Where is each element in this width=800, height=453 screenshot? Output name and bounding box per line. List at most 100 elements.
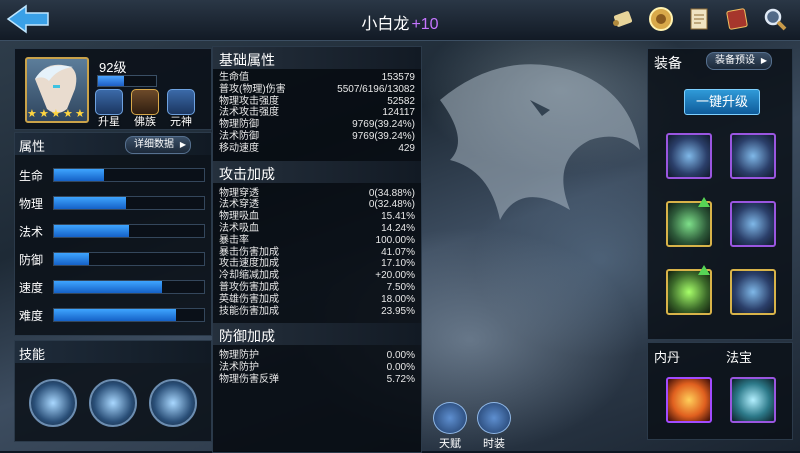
stat-value: 100.00% bbox=[375, 234, 415, 246]
attribute-label: 难度 bbox=[19, 309, 44, 323]
stat-row: 暴击率 100.00% bbox=[213, 235, 421, 247]
equipment-panel: 装备 装备预设 一键升级 bbox=[647, 48, 793, 340]
stat-value: 15.41% bbox=[381, 211, 415, 223]
stat-value: 17.10% bbox=[381, 258, 415, 270]
neidan-label: 内丹 bbox=[654, 350, 681, 365]
stat-row: 法术穿透 0(32.48%) bbox=[213, 199, 421, 211]
equipment-preset-button[interactable]: 装备预设 bbox=[706, 52, 772, 70]
stat-name: 攻击速度加成 bbox=[219, 258, 279, 270]
stat-name: 技能伤害加成 bbox=[219, 305, 279, 317]
stat-value: 41.07% bbox=[381, 246, 415, 258]
costume-label: 时装 bbox=[483, 438, 505, 450]
stat-name: 物理伤害反弹 bbox=[219, 373, 279, 385]
attribute-bar-fill bbox=[54, 253, 89, 265]
fabao-label: 法宝 bbox=[726, 350, 753, 365]
basic-stats-header: 基础属性 bbox=[213, 47, 421, 69]
stat-name: 英雄伤害加成 bbox=[219, 293, 279, 305]
spirit-flame-icon bbox=[167, 89, 195, 115]
stat-row: 法术吸血 14.24% bbox=[213, 223, 421, 235]
star-up-button[interactable]: 升星 bbox=[93, 89, 125, 128]
stat-value: 9769(39.24%) bbox=[352, 119, 415, 131]
stat-row: 攻击速度加成 17.10% bbox=[213, 258, 421, 270]
equip-staff-icon[interactable] bbox=[730, 133, 776, 179]
star-icon: ★ bbox=[75, 108, 85, 120]
stat-value: 0(32.48%) bbox=[368, 199, 415, 211]
spirit-button[interactable]: 元神 bbox=[165, 89, 197, 128]
equip-armor-icon[interactable] bbox=[730, 201, 776, 247]
demon-mask-skill-icon[interactable] bbox=[149, 379, 197, 427]
attribute-label: 防御 bbox=[19, 253, 44, 267]
stat-row: 法术防御 9769(39.24%) bbox=[213, 131, 421, 143]
hero-panel: ★ ★ ★ ★ ★ 92级 升星 佛族 元神 bbox=[14, 48, 212, 130]
book-icon[interactable] bbox=[722, 4, 752, 34]
hero-plus-level: +10 bbox=[411, 16, 439, 33]
stat-row: 技能伤害加成 23.95% bbox=[213, 306, 421, 318]
scroll-icon[interactable] bbox=[608, 4, 638, 34]
stat-row: 法术攻击强度 124117 bbox=[213, 107, 421, 119]
top-icon-group bbox=[608, 4, 790, 34]
equip-staff-icon[interactable] bbox=[666, 133, 712, 179]
equip-boots-icon[interactable] bbox=[666, 269, 712, 315]
stat-row: 英雄伤害加成 18.00% bbox=[213, 294, 421, 306]
level-progress-fill bbox=[98, 76, 125, 86]
stat-value: 14.24% bbox=[381, 222, 415, 234]
winged-skill-icon[interactable] bbox=[89, 379, 137, 427]
attribute-header: 属性 详细数据 bbox=[15, 133, 211, 155]
dragon-silhouette bbox=[440, 64, 640, 221]
attribute-bar bbox=[53, 224, 205, 238]
stat-value: 0.00% bbox=[386, 350, 415, 362]
stat-name: 法术攻击强度 bbox=[219, 107, 279, 119]
hero-star-rating: ★ ★ ★ ★ ★ bbox=[27, 109, 86, 120]
detail-data-button[interactable]: 详细数据 bbox=[125, 136, 191, 154]
stat-row: 物理穿透 0(34.88%) bbox=[213, 188, 421, 200]
stat-row: 冷却缩减加成 +20.00% bbox=[213, 270, 421, 282]
equipment-title: 装备 bbox=[654, 55, 682, 71]
stat-name: 普攻(物理)伤害 bbox=[219, 83, 286, 95]
coin-medal-icon[interactable] bbox=[646, 4, 676, 34]
stat-name: 物理吸血 bbox=[219, 211, 259, 223]
skill-panel: 技能 bbox=[14, 340, 212, 442]
stat-value: +20.00% bbox=[375, 270, 415, 282]
attribute-label: 速度 bbox=[19, 281, 44, 295]
star-icon: ★ bbox=[51, 108, 61, 120]
clan-button[interactable]: 佛族 bbox=[129, 89, 161, 128]
inner-treasure-panel: 内丹 法宝 bbox=[647, 342, 793, 440]
stat-name: 冷却缩减加成 bbox=[219, 270, 279, 282]
costume-icon bbox=[477, 402, 511, 434]
stat-value: 0.00% bbox=[386, 362, 415, 374]
stat-name: 物理防护 bbox=[219, 350, 259, 362]
stat-name: 暴击率 bbox=[219, 234, 249, 246]
equip-accessory-icon[interactable] bbox=[730, 269, 776, 315]
stat-name: 法术防御 bbox=[219, 130, 259, 142]
stat-row: 生命值 153579 bbox=[213, 72, 421, 84]
hero-name: 小白龙 bbox=[361, 16, 410, 33]
claw-skill-icon[interactable] bbox=[29, 379, 77, 427]
attack-bonus-header: 攻击加成 bbox=[213, 160, 421, 183]
stat-name: 法术吸血 bbox=[219, 222, 259, 234]
fire-orb-icon[interactable] bbox=[666, 377, 712, 423]
costume-button[interactable]: 时装 bbox=[476, 402, 512, 450]
one-click-upgrade-button[interactable]: 一键升级 bbox=[684, 89, 760, 115]
stat-value: 9769(39.24%) bbox=[352, 130, 415, 142]
stat-row: 普攻伤害加成 7.50% bbox=[213, 282, 421, 294]
stat-value: 429 bbox=[398, 142, 415, 154]
attribute-label: 物理 bbox=[19, 197, 44, 211]
stat-value: 153579 bbox=[381, 72, 415, 83]
attribute-bar-fill bbox=[54, 197, 126, 209]
talent-label: 天赋 bbox=[439, 438, 461, 450]
stat-value: 5507/6196/13082 bbox=[337, 83, 415, 95]
attribute-bar-fill bbox=[54, 309, 176, 321]
skill-header: 技能 bbox=[15, 341, 211, 363]
talent-button[interactable]: 天赋 bbox=[432, 402, 468, 450]
equip-helmet-icon[interactable] bbox=[666, 201, 712, 247]
stat-value: 7.50% bbox=[386, 281, 415, 293]
stat-name: 生命值 bbox=[219, 72, 249, 83]
magnifier-icon[interactable] bbox=[760, 4, 790, 34]
document-icon[interactable] bbox=[684, 4, 714, 34]
star-up-label: 升星 bbox=[98, 116, 120, 128]
stat-name: 物理穿透 bbox=[219, 187, 259, 199]
stat-name: 移动速度 bbox=[219, 142, 259, 154]
star-icon: ★ bbox=[27, 108, 37, 120]
stat-row: 暴击伤害加成 41.07% bbox=[213, 247, 421, 259]
crystal-lotus-icon[interactable] bbox=[730, 377, 776, 423]
